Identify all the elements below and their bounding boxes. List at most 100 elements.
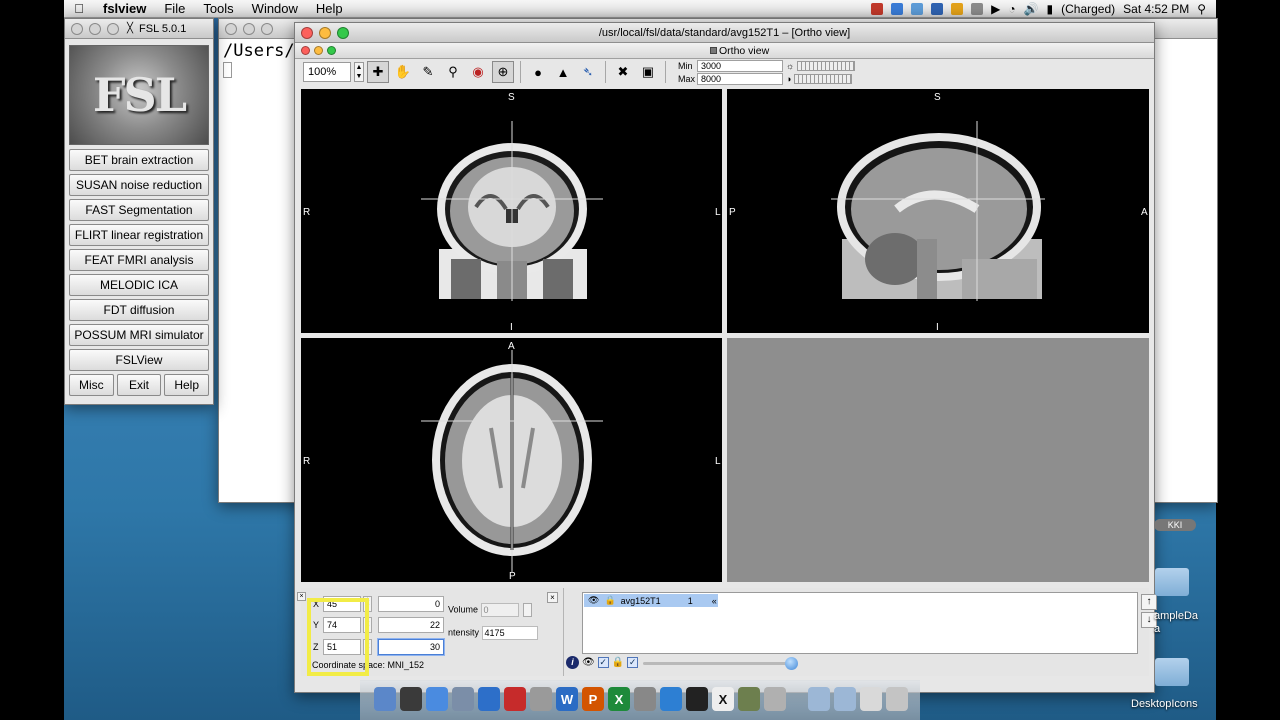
skype-icon[interactable]: [660, 687, 682, 711]
terminal-minimize-icon[interactable]: [243, 22, 255, 35]
terminal-text[interactable]: /Users/a: [223, 41, 305, 61]
pencil-icon[interactable]: ✎: [417, 61, 439, 83]
ortho-titlebar[interactable]: /usr/local/fsl/data/standard/avg152T1 – …: [295, 23, 1154, 43]
word-icon[interactable]: W: [556, 687, 578, 711]
zoom-stepper[interactable]: ▲ ▼: [354, 62, 364, 82]
menu-file[interactable]: File: [155, 1, 194, 16]
z-mm-field[interactable]: 30: [378, 639, 444, 655]
fsl-titlebar[interactable]: ╳ FSL 5.0.1: [65, 19, 213, 39]
apple-menu-icon[interactable]: : [64, 1, 94, 16]
status-check-icon[interactable]: [951, 2, 964, 15]
min-field[interactable]: 3000: [697, 59, 783, 72]
opacity-slider-knob[interactable]: [785, 657, 798, 670]
flirt-button[interactable]: FLIRT linear registration: [69, 224, 209, 246]
preview-icon[interactable]: [530, 687, 552, 711]
layer-info-icon[interactable]: i: [566, 656, 579, 669]
mask-tool-icon[interactable]: ◉: [467, 61, 489, 83]
sub-zoom-icon[interactable]: [327, 46, 336, 55]
status-gear-icon[interactable]: [891, 2, 904, 15]
desktop-item-label[interactable]: ampleDa: [1154, 610, 1198, 622]
misc-button[interactable]: Misc: [69, 374, 114, 396]
tools-icon[interactable]: ✖: [612, 61, 634, 83]
fdt-button[interactable]: FDT diffusion: [69, 299, 209, 321]
downloads-folder-icon[interactable]: [808, 687, 830, 711]
melodic-button[interactable]: MELODIC ICA: [69, 274, 209, 296]
brightness-slider[interactable]: [797, 60, 856, 71]
feat-button[interactable]: FEAT FMRI analysis: [69, 249, 209, 271]
volume-stepper[interactable]: [523, 603, 533, 617]
file-icon[interactable]: [860, 687, 882, 711]
zoom-magnifier-icon[interactable]: ⚲: [442, 61, 464, 83]
desktop-folder-icon-2[interactable]: [1155, 658, 1189, 686]
documents-folder-icon[interactable]: [834, 687, 856, 711]
coronal-view[interactable]: S I R L: [301, 89, 722, 333]
trash-icon[interactable]: [886, 687, 908, 711]
status-app-icon[interactable]: [871, 2, 884, 15]
menu-window[interactable]: Window: [243, 1, 307, 16]
terminal-close-icon[interactable]: [225, 22, 237, 35]
lock-icon[interactable]: 🔒: [612, 657, 624, 668]
contrast-slider[interactable]: [794, 73, 853, 84]
susan-button[interactable]: SUSAN noise reduction: [69, 174, 209, 196]
layer-expand-icon[interactable]: «: [712, 596, 717, 606]
layer-row[interactable]: 👁 🔒 avg152T1 1 «: [584, 594, 718, 607]
target-icon[interactable]: ⊕: [492, 61, 514, 83]
utility-icon[interactable]: [634, 687, 656, 711]
cursor-crosshair-icon[interactable]: ✚: [367, 61, 389, 83]
bet-button[interactable]: BET brain extraction: [69, 149, 209, 171]
exit-button[interactable]: Exit: [116, 374, 162, 396]
spotlight-search-icon[interactable]: ⚲: [1197, 2, 1206, 16]
terminal-icon[interactable]: [686, 687, 708, 711]
fslview-button[interactable]: FSLView: [69, 349, 209, 371]
fill-icon[interactable]: ▲: [552, 61, 574, 83]
possum-button[interactable]: POSSUM MRI simulator: [69, 324, 209, 346]
help-button[interactable]: Help: [164, 374, 210, 396]
wifi-icon[interactable]: ◔: [1008, 2, 1015, 16]
x-mm-field[interactable]: 0: [378, 596, 444, 612]
menu-tools[interactable]: Tools: [194, 1, 242, 16]
lock-checkbox[interactable]: ✓: [627, 657, 639, 668]
axial-view[interactable]: A P R L: [301, 338, 722, 582]
layer-lock-icon[interactable]: 🔒: [604, 595, 615, 606]
bluetooth-icon[interactable]: ▶: [991, 2, 1000, 16]
cursor-panel-close-icon[interactable]: ×: [297, 592, 306, 601]
eye-icon[interactable]: 👁: [582, 657, 595, 668]
layer-up-arrow-icon[interactable]: ↑: [1141, 594, 1157, 610]
app-gray-icon[interactable]: [764, 687, 786, 711]
camera-icon[interactable]: ▣: [637, 61, 659, 83]
powerpoint-icon[interactable]: P: [582, 687, 604, 711]
opacity-slider[interactable]: [643, 662, 793, 665]
battery-icon[interactable]: ▮: [1047, 2, 1054, 16]
ortho-zoom-icon[interactable]: [337, 26, 349, 39]
cursor-link-icon[interactable]: ➴: [577, 61, 599, 83]
sub-close-icon[interactable]: [301, 46, 310, 55]
volume-icon[interactable]: 🔊: [1024, 2, 1039, 16]
pan-hand-icon[interactable]: ✋: [392, 61, 414, 83]
itunes-icon[interactable]: [478, 687, 500, 711]
sub-minimize-icon[interactable]: [314, 46, 323, 55]
status-s-icon[interactable]: [931, 2, 944, 15]
status-clock-icon[interactable]: [971, 2, 984, 15]
fsl-zoom-icon[interactable]: [107, 22, 119, 35]
app-green-icon[interactable]: [738, 687, 760, 711]
safari-icon[interactable]: [426, 687, 448, 711]
mail-icon[interactable]: [452, 687, 474, 711]
max-field[interactable]: 8000: [697, 72, 783, 85]
status-sync-icon[interactable]: [911, 2, 924, 15]
sagittal-view[interactable]: S I P A: [727, 89, 1149, 333]
fsl-close-icon[interactable]: [71, 22, 83, 35]
menu-app[interactable]: fslview: [94, 1, 155, 16]
layer-panel-close-icon[interactable]: ×: [547, 592, 558, 603]
zoom-field[interactable]: 100%: [303, 62, 351, 82]
clock[interactable]: Sat 4:52 PM: [1123, 2, 1189, 16]
dashboard-icon[interactable]: [400, 687, 422, 711]
ortho-minimize-icon[interactable]: [319, 26, 331, 39]
ortho-close-icon[interactable]: [301, 26, 313, 39]
finder-icon[interactable]: [374, 687, 396, 711]
app-red-icon[interactable]: [504, 687, 526, 711]
visible-checkbox[interactable]: ✓: [597, 657, 609, 668]
y-mm-field[interactable]: 22: [378, 617, 444, 633]
layer-list[interactable]: 👁 🔒 avg152T1 1 «: [582, 592, 1138, 654]
desktop-icons-label[interactable]: DesktopIcons: [1131, 698, 1198, 710]
desktop-folder-icon[interactable]: [1155, 568, 1189, 596]
